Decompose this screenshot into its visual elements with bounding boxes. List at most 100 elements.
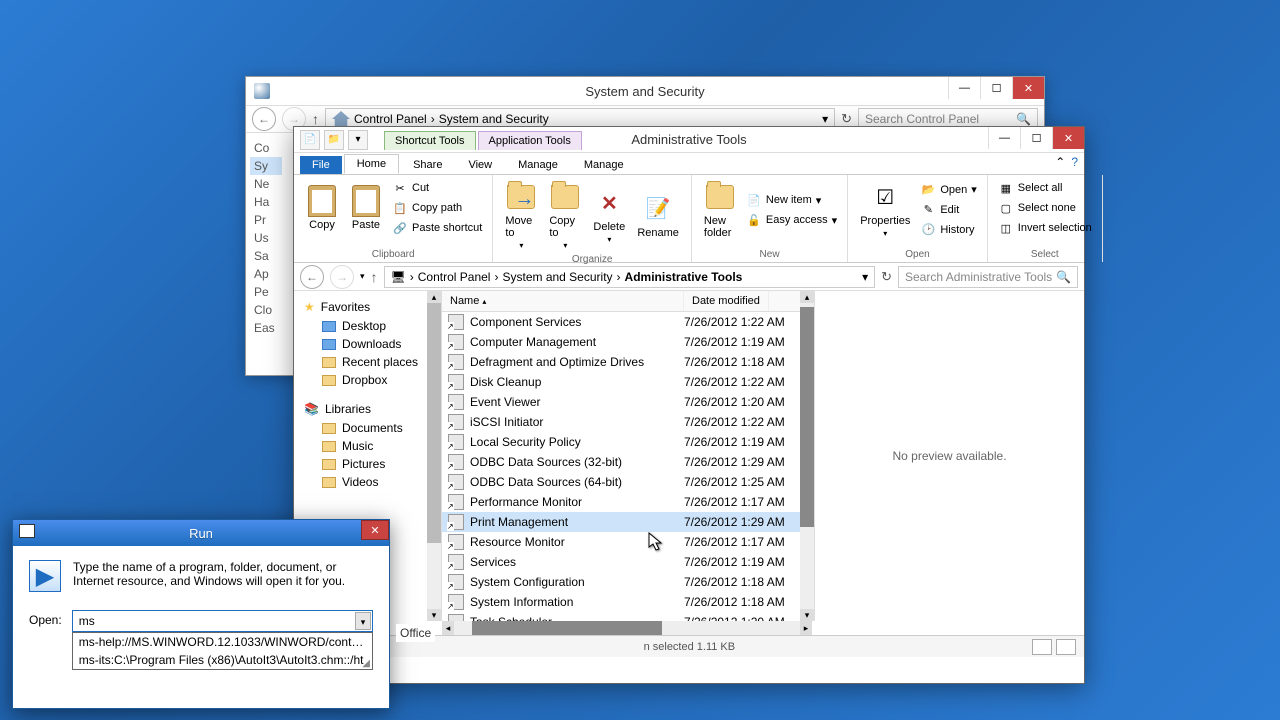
- nav-favorites-group[interactable]: ★Favorites: [298, 297, 437, 317]
- tab-manage-app[interactable]: Manage: [572, 156, 636, 174]
- invert-selection-button[interactable]: ◫Invert selection: [996, 219, 1094, 237]
- side-item[interactable]: Pe: [250, 283, 282, 301]
- resize-grip[interactable]: ◢: [362, 658, 370, 669]
- side-item[interactable]: Ha: [250, 193, 282, 211]
- nav-item-recent-places[interactable]: Recent places: [298, 353, 437, 371]
- new-folder-button[interactable]: New folder: [700, 179, 740, 241]
- file-row[interactable]: Computer Management7/26/2012 1:19 AM: [442, 332, 800, 352]
- qat-new-folder-button[interactable]: 📁: [324, 130, 344, 150]
- window-titlebar[interactable]: 📄 📁 ▾ Shortcut Tools Application Tools A…: [294, 127, 1084, 153]
- move-to-button[interactable]: →Move to▾: [501, 179, 541, 252]
- easy-access-button[interactable]: 🔓Easy access ▾: [744, 211, 839, 229]
- close-button[interactable]: ✕: [1052, 127, 1084, 149]
- nav-item-pictures[interactable]: Pictures: [298, 455, 437, 473]
- ribbon-collapse-button[interactable]: ⌃: [1055, 155, 1065, 169]
- nav-item-dropbox[interactable]: Dropbox: [298, 371, 437, 389]
- copy-button[interactable]: Copy: [302, 183, 342, 233]
- window-titlebar[interactable]: System and Security — ☐ ✕: [246, 77, 1044, 105]
- file-row[interactable]: System Information7/26/2012 1:18 AM: [442, 592, 800, 612]
- breadcrumb-item[interactable]: System and Security: [502, 270, 612, 284]
- side-item[interactable]: Ap: [250, 265, 282, 283]
- side-item[interactable]: Eas: [250, 319, 282, 337]
- file-row[interactable]: ODBC Data Sources (32-bit)7/26/2012 1:29…: [442, 452, 800, 472]
- nav-item-music[interactable]: Music: [298, 437, 437, 455]
- dropdown-item[interactable]: ms-help://MS.WINWORD.12.1033/WINWORD/con…: [73, 633, 372, 651]
- open-button[interactable]: 📂Open ▾: [918, 181, 978, 199]
- file-row[interactable]: iSCSI Initiator7/26/2012 1:22 AM: [442, 412, 800, 432]
- file-row[interactable]: Performance Monitor7/26/2012 1:17 AM: [442, 492, 800, 512]
- file-row[interactable]: Defragment and Optimize Drives7/26/2012 …: [442, 352, 800, 372]
- paste-button[interactable]: Paste: [346, 183, 386, 233]
- context-tab-app[interactable]: Application Tools: [478, 131, 582, 150]
- select-all-button[interactable]: ▦Select all: [996, 179, 1094, 197]
- dropdown-item[interactable]: ms-its:C:\Program Files (x86)\AutoIt3\Au…: [73, 651, 372, 669]
- breadcrumb-item[interactable]: Administrative Tools: [625, 270, 743, 284]
- maximize-button[interactable]: ☐: [1020, 127, 1052, 149]
- file-row[interactable]: Component Services7/26/2012 1:22 AM: [442, 312, 800, 332]
- side-item[interactable]: Co: [250, 139, 282, 157]
- breadcrumb-item[interactable]: System and Security: [439, 112, 549, 126]
- titlebar[interactable]: Run ✕: [13, 520, 389, 546]
- nav-item-videos[interactable]: Videos: [298, 473, 437, 491]
- nav-back-button[interactable]: ←: [252, 107, 276, 131]
- nav-forward-button[interactable]: →: [330, 265, 354, 289]
- edit-button[interactable]: ✎Edit: [918, 201, 978, 219]
- side-item[interactable]: Clo: [250, 301, 282, 319]
- minimize-button[interactable]: —: [988, 127, 1020, 149]
- scroll-thumb[interactable]: [472, 621, 662, 635]
- search-input[interactable]: Search Administrative Tools 🔍: [898, 266, 1078, 288]
- side-item[interactable]: Ne: [250, 175, 282, 193]
- context-tab-shortcut[interactable]: Shortcut Tools: [384, 131, 476, 150]
- file-row[interactable]: Local Security Policy7/26/2012 1:19 AM: [442, 432, 800, 452]
- refresh-button[interactable]: ↻: [841, 111, 852, 127]
- file-row[interactable]: Print Management7/26/2012 1:29 AM: [442, 512, 800, 532]
- nav-item-documents[interactable]: Documents: [298, 419, 437, 437]
- nav-item-downloads[interactable]: Downloads: [298, 335, 437, 353]
- paste-shortcut-button[interactable]: 🔗Paste shortcut: [390, 219, 484, 237]
- details-view-button[interactable]: [1032, 639, 1052, 655]
- file-row[interactable]: System Configuration7/26/2012 1:18 AM: [442, 572, 800, 592]
- breadcrumb[interactable]: 🖥 › Control Panel› System and Security› …: [384, 266, 876, 288]
- close-button[interactable]: ✕: [361, 520, 389, 540]
- nav-item-desktop[interactable]: Desktop: [298, 317, 437, 335]
- icons-view-button[interactable]: [1056, 639, 1076, 655]
- tab-home[interactable]: Home: [344, 154, 399, 174]
- breadcrumb-item[interactable]: Control Panel: [418, 270, 491, 284]
- scroll-vertical[interactable]: ▴ ▾: [800, 291, 814, 621]
- nav-up-button[interactable]: ↑: [312, 111, 319, 127]
- nav-libraries-group[interactable]: 📚Libraries: [298, 399, 437, 419]
- nav-up-button[interactable]: ↑: [371, 269, 378, 285]
- rename-button[interactable]: 📝Rename: [633, 191, 683, 241]
- refresh-button[interactable]: ↻: [881, 269, 892, 285]
- delete-button[interactable]: ✕Delete▾: [589, 185, 629, 246]
- nav-history-button[interactable]: ▾: [360, 271, 365, 282]
- select-none-button[interactable]: ▢Select none: [996, 199, 1094, 217]
- new-item-button[interactable]: 📄New item ▾: [744, 191, 839, 209]
- scroll-thumb[interactable]: [427, 303, 441, 543]
- side-item[interactable]: Sa: [250, 247, 282, 265]
- file-row[interactable]: Event Viewer7/26/2012 1:20 AM: [442, 392, 800, 412]
- help-button[interactable]: ?: [1071, 155, 1078, 169]
- copy-path-button[interactable]: 📋Copy path: [390, 199, 484, 217]
- file-row[interactable]: Disk Cleanup7/26/2012 1:22 AM: [442, 372, 800, 392]
- cut-button[interactable]: ✂Cut: [390, 179, 484, 197]
- side-item[interactable]: Sy: [250, 157, 282, 175]
- open-input[interactable]: [72, 610, 373, 632]
- tab-view[interactable]: View: [456, 156, 504, 174]
- maximize-button[interactable]: ☐: [980, 77, 1012, 99]
- tab-file[interactable]: File: [300, 156, 342, 174]
- tab-share[interactable]: Share: [401, 156, 454, 174]
- nav-back-button[interactable]: ←: [300, 265, 324, 289]
- copy-to-button[interactable]: Copy to▾: [545, 179, 585, 252]
- dropdown-button[interactable]: ▾: [355, 612, 371, 630]
- file-row[interactable]: ODBC Data Sources (64-bit)7/26/2012 1:25…: [442, 472, 800, 492]
- qat-properties-button[interactable]: 📄: [300, 130, 320, 150]
- scroll-thumb[interactable]: [800, 307, 814, 527]
- scroll-vertical[interactable]: ▴ ▾: [427, 291, 441, 621]
- history-button[interactable]: 🕑History: [918, 221, 978, 239]
- qat-customize-button[interactable]: ▾: [348, 130, 368, 150]
- column-name[interactable]: Name ▴: [442, 291, 684, 311]
- file-row[interactable]: Resource Monitor7/26/2012 1:17 AM: [442, 532, 800, 552]
- breadcrumb-item[interactable]: Control Panel: [354, 112, 427, 126]
- close-button[interactable]: ✕: [1012, 77, 1044, 99]
